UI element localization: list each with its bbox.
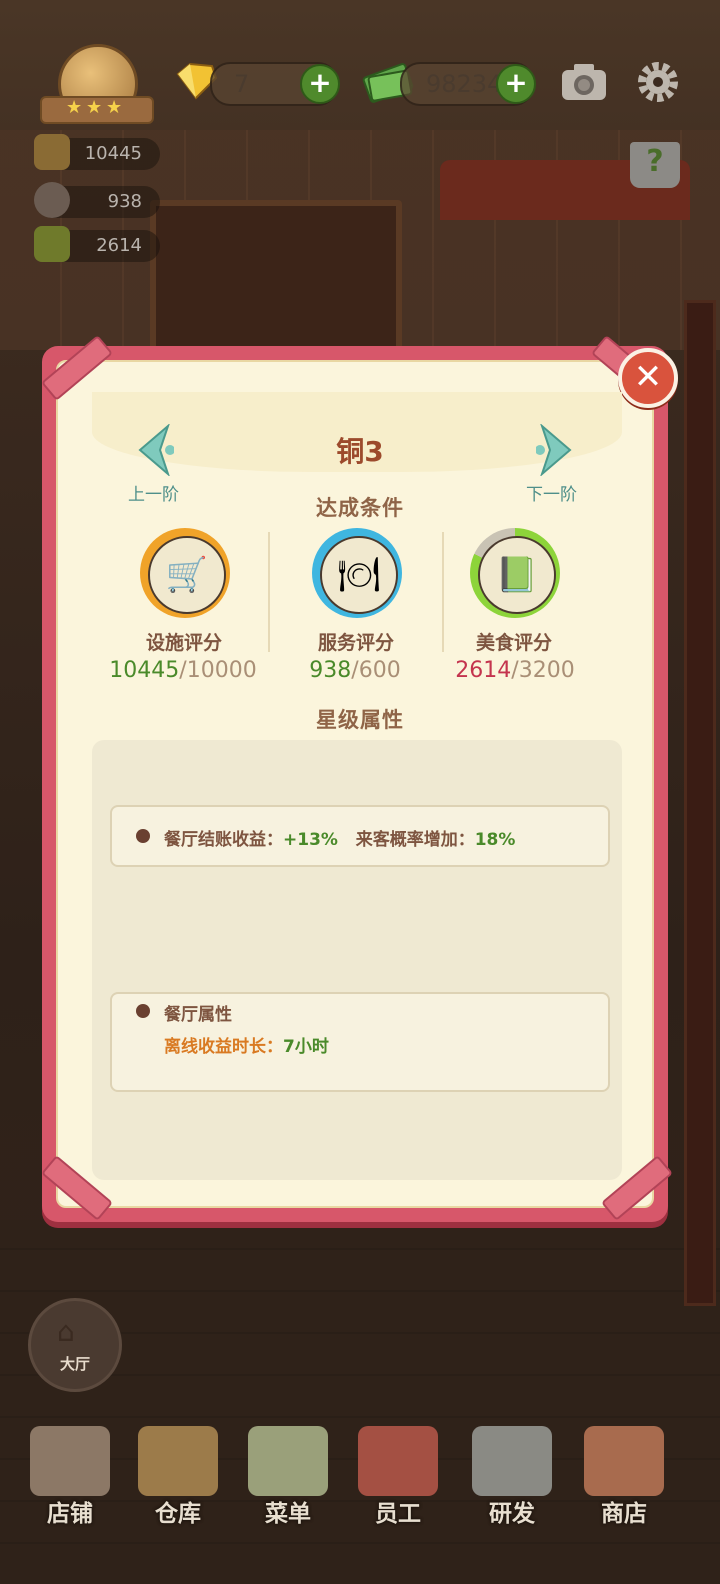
bullet [136,1004,150,1018]
customer-rate-value: 18% [474,830,516,850]
nav-shop-label: 店铺 [47,1501,93,1527]
nav-store[interactable]: 商店 [574,1426,674,1536]
rank-title: 铜3 [336,435,384,468]
close-button[interactable]: ✕ [618,348,678,408]
add-cash-button[interactable]: + [496,64,536,104]
star-icon: ★ [66,97,83,118]
nav-warehouse-label: 仓库 [155,1501,201,1527]
help-book-button[interactable]: ? [630,142,680,188]
hall-button[interactable]: ⌂ 大厅 [28,1298,122,1392]
checkout-income-label: 餐厅结账收益： [164,830,283,850]
next-rank-button[interactable] [536,424,576,476]
facility-icon-holder: 🛒 [148,536,226,614]
offline-income-attr: 离线收益时长：7小时 [164,1032,329,1057]
restaurant-attribute-box: 餐厅属性 离线收益时长：7小时 [110,992,610,1092]
food-target: 3200 [518,658,575,683]
warehouse-icon [138,1426,218,1496]
checkout-income-attr: 餐厅结账收益：+13% 来客概率增加：18% [164,825,515,850]
customer-rate-label: 来客概率增加： [355,830,475,850]
rank-badge[interactable]: ★ ★ ★ [40,40,154,130]
offline-income-label: 离线收益时长： [164,1037,283,1057]
food-score-ring: 📗 [470,528,560,618]
nav-store-label: 商店 [601,1501,647,1527]
checkout-income-value: +13% [283,830,338,850]
service-separator: / [351,658,359,683]
facility-current: 10445 [109,658,180,683]
nav-menu[interactable]: 菜单 [238,1426,338,1536]
nav-shop[interactable]: 店铺 [20,1426,120,1536]
recipe-book-icon [34,226,70,262]
camera-button[interactable] [558,56,610,108]
facility-score-ring: 🛒 [140,528,230,618]
store-icon [584,1426,664,1496]
house-icon: ⌂ [57,1315,75,1348]
settings-button[interactable] [632,56,684,108]
restaurant-attr-title: 餐厅属性 [164,1005,232,1025]
cloche-icon: 🍽 [337,555,381,595]
nav-staff-label: 员工 [375,1501,421,1527]
staff-icon [358,1426,438,1496]
nav-menu-label: 菜单 [265,1501,311,1527]
food-icon-holder: 📗 [478,536,556,614]
gold-cart-icon [34,134,70,170]
service-score-ring: 🍽 [312,528,402,618]
nav-research-label: 研发 [489,1501,535,1527]
wok-icon [472,1426,552,1496]
facility-separator: / [179,658,187,683]
close-icon: ✕ [633,357,663,397]
service-target: 600 [358,658,401,683]
star-icon: ★ [106,97,123,118]
shop-icon [30,1426,110,1496]
facility-target: 10000 [186,658,257,683]
menu-clipboard-icon [248,1426,328,1496]
prev-rank-button[interactable] [134,424,174,476]
camera-icon [562,64,606,100]
cloche-icon [34,182,70,218]
service-current: 938 [309,658,352,683]
facility-score-progress: 10445/10000 [88,658,278,683]
star-attribute-box: 餐厅结账收益：+13% 来客概率增加：18% [110,805,610,867]
bullet [136,829,150,843]
nav-research[interactable]: 研发 [462,1426,562,1536]
service-score-value: 938 [107,191,142,212]
food-score-value: 2614 [96,235,142,256]
service-score-label: 服务评分 [317,632,394,654]
star-attributes-heading: 星级属性 [316,708,404,732]
background-shelf [150,200,402,352]
conditions-heading: 达成条件 [316,496,404,520]
add-diamond-button[interactable]: + [300,64,340,104]
recipe-book-icon: 📗 [495,555,539,595]
food-separator: / [511,658,519,683]
food-score-stat: 2614 [34,226,160,262]
facility-score-label: 设施评分 [145,632,222,654]
facility-score-value: 10445 [84,143,142,164]
service-icon-holder: 🍽 [320,536,398,614]
diamond-counter: 7 + [210,62,340,106]
offline-income-value: 7小时 [283,1037,329,1057]
hall-label: 大厅 [59,1355,90,1373]
gold-cart-icon: 🛒 [165,555,209,595]
food-score-progress: 2614/3200 [420,658,610,683]
star-icon: ★ [86,97,103,118]
service-score-stat: 938 [34,182,160,218]
food-score-label: 美食评分 [475,632,552,654]
food-current: 2614 [455,658,512,683]
nav-staff[interactable]: 员工 [348,1426,448,1536]
gear-icon [638,62,678,102]
facility-score-stat: 10445 [34,134,160,170]
cash-counter: 98234 + [400,62,536,106]
nav-warehouse[interactable]: 仓库 [128,1426,228,1536]
help-book-icon: ? [646,144,664,179]
